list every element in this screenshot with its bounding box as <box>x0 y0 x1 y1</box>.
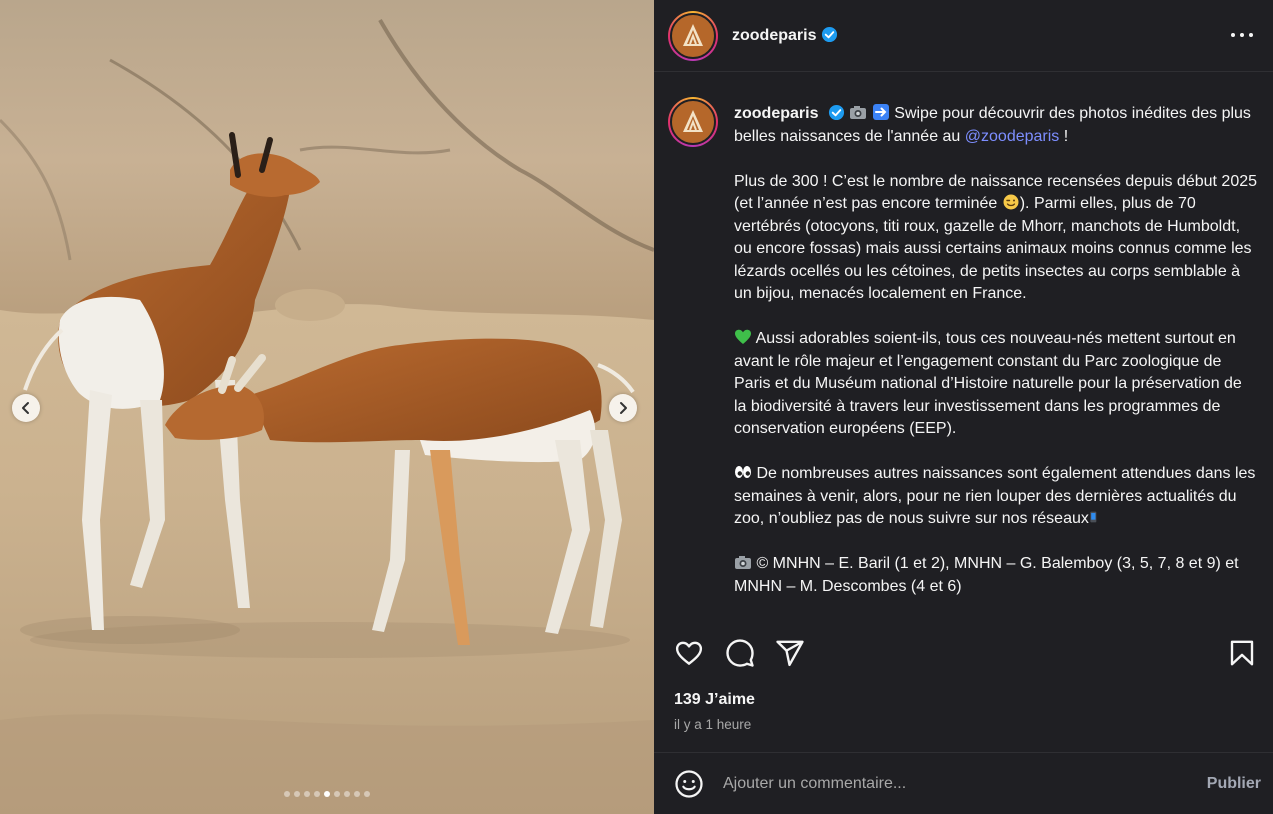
eyes-emoji-icon <box>735 466 751 478</box>
caption-avatar[interactable] <box>668 97 718 147</box>
caption-intro-end: ! <box>1059 127 1069 145</box>
caption-paragraph-4: De nombreuses autres naissances sont éga… <box>734 465 1260 527</box>
mobile-phone-emoji-icon <box>1090 511 1097 523</box>
more-horizontal-icon <box>1231 33 1235 37</box>
carousel-dot <box>334 791 340 797</box>
post-header: zoodeparis <box>654 0 1273 72</box>
caption-credits: © MNHN – E. Baril (1 et 2), MNHN – G. Ba… <box>734 555 1244 595</box>
carousel-indicator <box>0 791 654 797</box>
carousel-dot <box>354 791 360 797</box>
caption-paragraph-3: Aussi adorables soient-ils, tous ces nou… <box>734 330 1247 437</box>
verified-badge-icon <box>822 26 838 43</box>
post-photo[interactable] <box>0 0 654 814</box>
chevron-left-icon <box>22 402 29 414</box>
emoji-picker-button[interactable] <box>674 769 704 799</box>
carousel-dot <box>364 791 370 797</box>
bookmark-icon <box>1230 640 1254 666</box>
smiley-icon <box>675 769 703 798</box>
caption-text: zoodeparis Swipe pour découvrir des phot… <box>734 103 1258 617</box>
comment-bar: Publier <box>654 752 1273 814</box>
chevron-right-icon <box>620 402 627 414</box>
green-heart-emoji-icon <box>735 329 751 344</box>
like-count[interactable]: 139 J’aime <box>674 691 755 709</box>
like-button[interactable] <box>674 638 706 670</box>
paper-plane-icon <box>776 640 804 667</box>
right-arrow-emoji-icon <box>872 104 889 120</box>
more-dot <box>1240 33 1244 37</box>
wink-emoji-icon <box>1003 194 1019 210</box>
camera-emoji-icon <box>850 106 867 119</box>
share-button[interactable] <box>775 638 807 670</box>
heart-icon <box>675 641 703 665</box>
zoo-logo-icon <box>683 23 703 46</box>
more-options-button[interactable] <box>1231 24 1253 46</box>
publish-button[interactable]: Publier <box>1207 775 1261 793</box>
carousel-dot <box>304 791 310 797</box>
save-button[interactable] <box>1227 638 1259 670</box>
carousel-dot <box>284 791 290 797</box>
carousel-dot <box>294 791 300 797</box>
post-caption: zoodeparis Swipe pour découvrir des phot… <box>668 97 1268 617</box>
post-timestamp[interactable]: il y a 1 heure <box>674 717 751 732</box>
zoo-logo-icon <box>683 110 703 132</box>
carousel-dot <box>344 791 350 797</box>
carousel-next-button[interactable] <box>609 394 637 422</box>
verified-badge-icon <box>828 104 844 121</box>
gazelles-photo <box>0 0 654 814</box>
camera-emoji-icon <box>735 556 751 569</box>
avatar[interactable] <box>668 10 718 61</box>
caption-username[interactable]: zoodeparis <box>734 105 818 122</box>
username-link[interactable]: zoodeparis <box>732 27 816 44</box>
mention-link[interactable]: @zoodeparis <box>965 128 1060 145</box>
carousel-dot <box>324 791 330 797</box>
post-side-panel: zoodeparis zoodeparis Swipe pour découvr… <box>654 0 1273 814</box>
carousel-prev-button[interactable] <box>12 394 40 422</box>
post-actions <box>674 638 1259 672</box>
carousel-dot <box>314 791 320 797</box>
header-username[interactable]: zoodeparis <box>732 26 838 45</box>
more-dot <box>1249 33 1253 37</box>
comment-icon <box>726 639 754 667</box>
comment-button[interactable] <box>725 638 757 670</box>
comment-input[interactable] <box>723 774 1163 793</box>
